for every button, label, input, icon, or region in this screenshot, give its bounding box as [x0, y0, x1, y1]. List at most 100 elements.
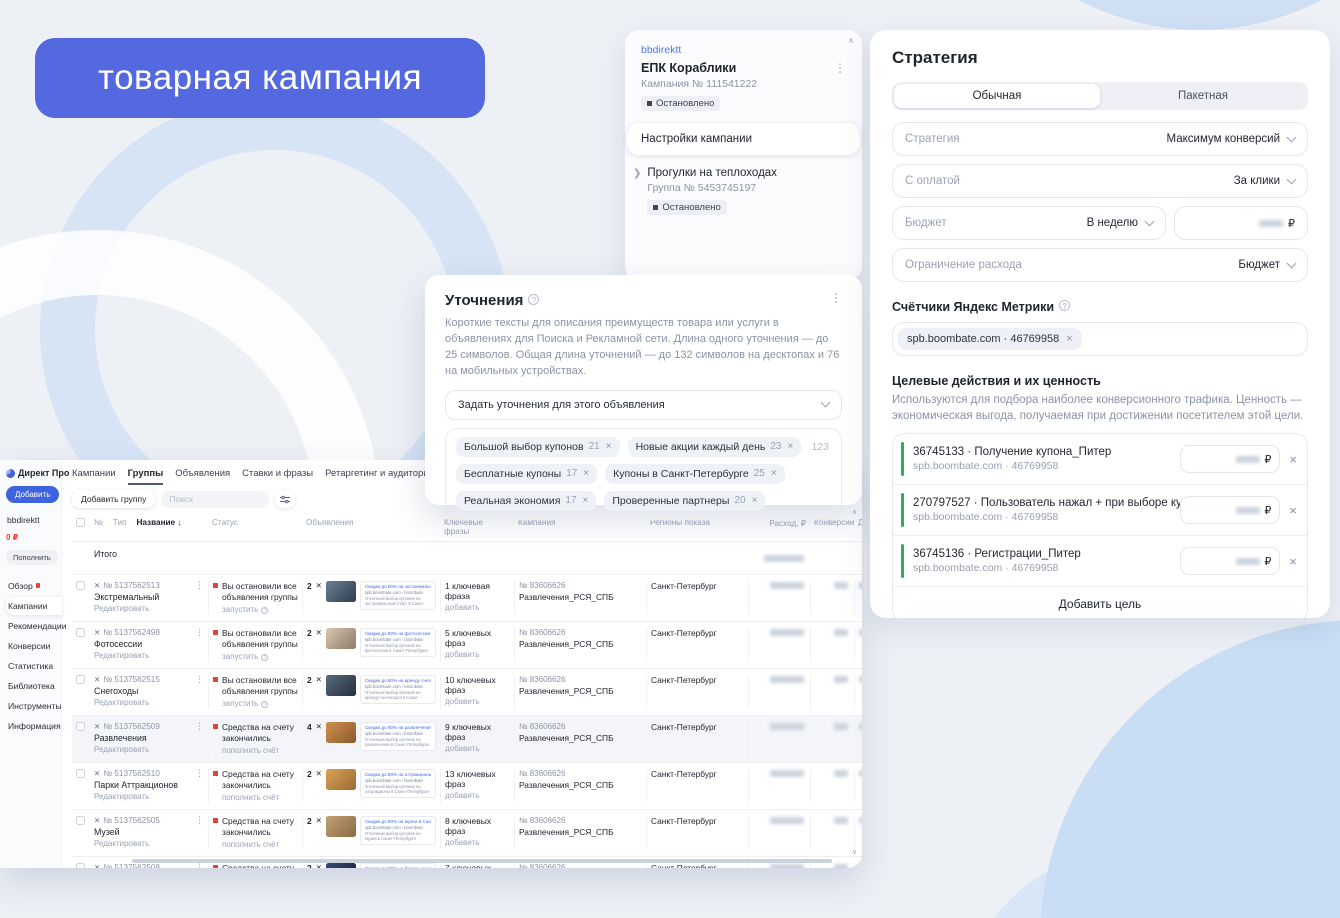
horizontal-scrollbar[interactable]	[132, 859, 832, 863]
campaign-title[interactable]: ЕПК Кораблики	[641, 61, 736, 75]
group-tree-item[interactable]: Прогулки на теплоходах	[647, 167, 777, 179]
row-menu-icon[interactable]: ⋮	[195, 722, 204, 731]
sidebar-item-statistics[interactable]: Статистика	[6, 657, 61, 675]
row-menu-icon[interactable]: ⋮	[195, 675, 204, 684]
remove-goal-icon[interactable]: ×	[1289, 452, 1297, 467]
row-checkbox[interactable]	[76, 675, 85, 684]
table-row[interactable]: ✕ № 5137562515 ⋮ Снегоходы Редактировать…	[72, 669, 862, 716]
row-checkbox[interactable]	[76, 863, 85, 868]
tab-bids-phrases[interactable]: Ставки и фразы	[242, 468, 313, 485]
status-action-link[interactable]: пополнить счёт	[222, 840, 298, 849]
status-action-link[interactable]: пополнить счёт	[222, 746, 298, 755]
add-keyword-link[interactable]: добавить	[445, 744, 510, 753]
goal-value-input[interactable]: ₽	[1180, 496, 1281, 525]
table-row[interactable]: ✕ № 5137562510 ⋮ Парки Аттракционов Реда…	[72, 763, 862, 810]
row-menu-icon[interactable]: ⋮	[195, 769, 204, 778]
remove-chip-icon[interactable]: ×	[787, 441, 793, 452]
add-keyword-link[interactable]: добавить	[445, 791, 510, 800]
row-menu-icon[interactable]: ⋮	[195, 581, 204, 590]
sidebar-item-campaigns[interactable]: Кампании	[6, 597, 62, 615]
table-row[interactable]: ✕ № 5137562505 ⋮ Музей Редактировать Сре…	[72, 810, 862, 857]
remove-goal-icon[interactable]: ×	[1289, 503, 1297, 518]
campaign-settings-item[interactable]: Настройки кампании	[627, 123, 860, 155]
sidebar-item-tools[interactable]: Инструменты	[6, 697, 62, 715]
row-menu-icon[interactable]: ⋮	[195, 816, 204, 825]
help-icon[interactable]: ?	[1059, 300, 1071, 311]
row-menu-icon[interactable]: ⋮	[195, 863, 204, 869]
goal-value-input[interactable]: ₽	[1180, 547, 1281, 576]
edit-link[interactable]: Редактировать	[94, 698, 204, 707]
panel-scroll-up-icon[interactable]: ∧	[848, 36, 854, 45]
campaign-menu-icon[interactable]: ⋮	[834, 62, 846, 74]
filter-button[interactable]	[275, 490, 296, 508]
remove-chip-icon[interactable]: ×	[583, 468, 589, 479]
row-checkbox[interactable]	[76, 769, 85, 778]
clarification-chip[interactable]: Проверенные партнеры 20 ×	[604, 490, 766, 511]
clarifications-menu-icon[interactable]: ⋮	[830, 292, 842, 304]
spend-limit-select[interactable]: Ограничение расхода Бюджет	[892, 248, 1308, 282]
tab-groups[interactable]: Группы	[127, 468, 164, 485]
table-row[interactable]: ✕ № 5137562498 ⋮ Фотосессии Редактироват…	[72, 622, 862, 669]
sidebar-account[interactable]: bbdirektt	[7, 515, 61, 525]
header-name-sort[interactable]: Название ↓	[136, 518, 181, 527]
sidebar-item-conversions[interactable]: Конверсии	[6, 637, 61, 655]
row-checkbox[interactable]	[76, 816, 85, 825]
metrica-counters-input[interactable]: spb.boombate.com · 46769958 ×	[892, 322, 1308, 356]
remove-chip-icon[interactable]: ×	[583, 495, 589, 506]
sidebar-item-overview[interactable]: Обзор	[6, 577, 61, 595]
status-action-link[interactable]: запустить?	[222, 699, 298, 708]
chevron-right-icon[interactable]: ❯	[633, 168, 641, 215]
edit-link[interactable]: Редактировать	[94, 604, 204, 613]
remove-chip-icon[interactable]: ×	[606, 441, 612, 452]
status-action-link[interactable]: запустить?	[222, 652, 298, 661]
clarification-chip[interactable]: Большой выбор купонов 21 ×	[456, 436, 620, 457]
tab-campaigns[interactable]: Кампании	[72, 468, 116, 485]
clarification-chip[interactable]: Новые акции каждый день 23 ×	[627, 436, 802, 457]
row-checkbox[interactable]	[76, 628, 85, 637]
edit-link[interactable]: Редактировать	[94, 651, 204, 660]
tab-retargeting[interactable]: Ретаргетинг и аудитории	[325, 468, 434, 485]
search-input[interactable]	[161, 490, 270, 508]
tab-regular[interactable]: Обычная	[894, 84, 1100, 108]
add-goal-button[interactable]: Добавить цель	[893, 587, 1307, 621]
topup-button[interactable]: Пополнить	[6, 550, 58, 565]
remove-counter-icon[interactable]: ×	[1066, 333, 1072, 345]
help-icon[interactable]: ?	[528, 294, 540, 305]
sidebar-item-information[interactable]: Информация	[6, 717, 61, 735]
add-keyword-link[interactable]: добавить	[445, 697, 510, 706]
sidebar-item-library[interactable]: Библиотека	[6, 677, 61, 695]
add-group-button[interactable]: Добавить группу	[72, 490, 156, 508]
tab-ads[interactable]: Объявления	[175, 468, 230, 485]
table-row[interactable]: ✕ № 5137562509 ⋮ Развлечения Редактирова…	[72, 716, 862, 763]
remove-chip-icon[interactable]: ×	[771, 468, 777, 479]
add-button[interactable]: Добавить	[6, 486, 60, 503]
header-checkbox[interactable]	[76, 518, 85, 527]
budget-period-select[interactable]: Бюджет В неделю	[892, 206, 1166, 240]
add-keyword-link[interactable]: добавить	[445, 603, 510, 612]
edit-link[interactable]: Редактировать	[94, 745, 204, 754]
clarification-chip[interactable]: Бесплатные купоны 17 ×	[456, 463, 598, 484]
goal-value-input[interactable]: ₽	[1180, 445, 1281, 474]
add-keyword-link[interactable]: добавить	[445, 838, 510, 847]
remove-chip-icon[interactable]: ×	[752, 495, 758, 506]
edit-link[interactable]: Редактировать	[94, 839, 204, 848]
table-row[interactable]: ✕ № 5137562513 ⋮ Экстремальный Редактиро…	[72, 575, 862, 622]
edit-link[interactable]: Редактировать	[94, 792, 204, 801]
row-checkbox[interactable]	[76, 722, 85, 731]
status-action-link[interactable]: запустить?	[222, 605, 298, 614]
add-keyword-link[interactable]: добавить	[445, 650, 510, 659]
strategy-select[interactable]: Стратегия Максимум конверсий	[892, 122, 1308, 156]
sidebar-item-recommendations[interactable]: Рекомендации	[6, 617, 67, 635]
remove-goal-icon[interactable]: ×	[1289, 554, 1297, 569]
scroll-up-icon[interactable]: ∧	[852, 508, 857, 516]
scroll-down-icon[interactable]: ∨	[852, 848, 857, 856]
clarification-chip[interactable]: Реальная экономия 17 ×	[456, 490, 597, 511]
tab-package[interactable]: Пакетная	[1100, 84, 1306, 108]
clarification-chip[interactable]: Купоны в Санкт-Петербурге 25 ×	[605, 463, 785, 484]
row-checkbox[interactable]	[76, 581, 85, 590]
clarifications-dropdown[interactable]: Задать уточнения для этого объявления	[445, 389, 842, 420]
budget-amount-input[interactable]: ₽	[1174, 206, 1308, 240]
row-menu-icon[interactable]: ⋮	[195, 628, 204, 637]
status-action-link[interactable]: пополнить счёт	[222, 793, 298, 802]
payment-select[interactable]: С оплатой За клики	[892, 164, 1308, 198]
